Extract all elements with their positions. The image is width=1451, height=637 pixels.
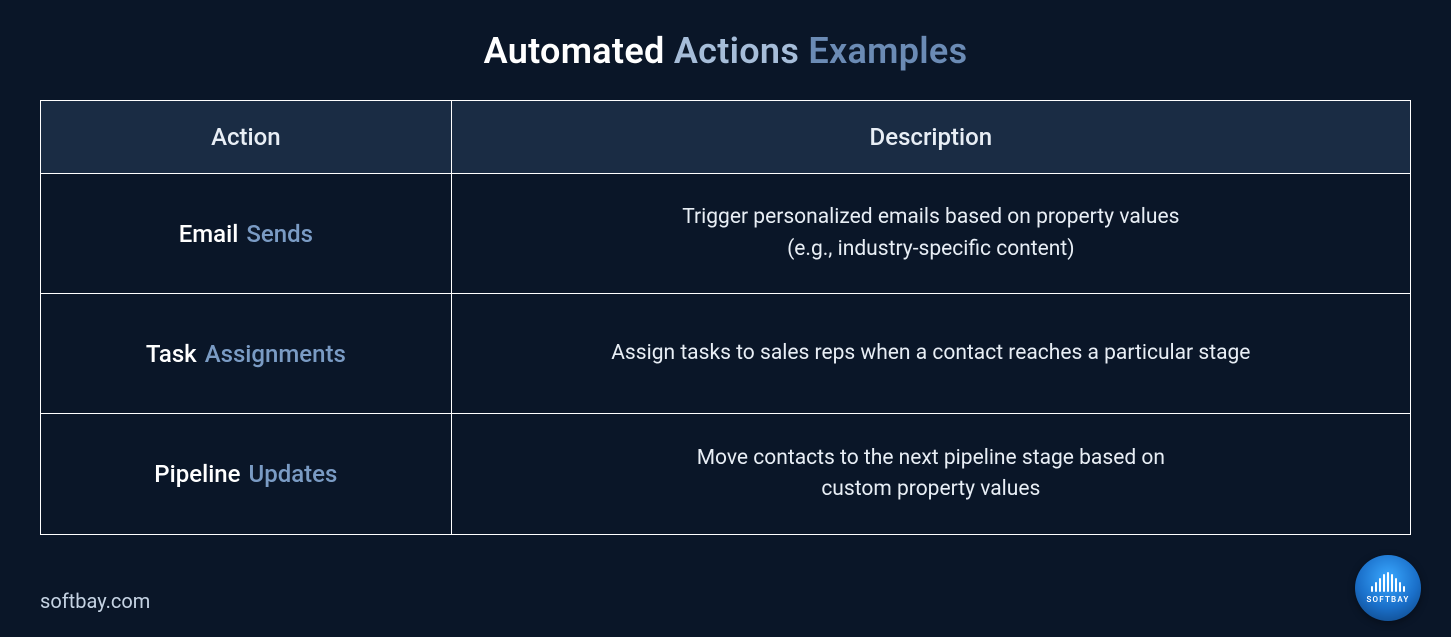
action-word-1: Task: [146, 340, 197, 368]
action-cell: Pipeline Updates: [41, 414, 452, 534]
description-text: Assign tasks to sales reps when a contac…: [611, 338, 1250, 370]
title-word-3: Examples: [808, 30, 967, 72]
description-text: Move contacts to the next pipeline stage…: [697, 443, 1165, 506]
description-cell: Move contacts to the next pipeline stage…: [452, 414, 1410, 534]
table-row: Pipeline Updates Move contacts to the ne…: [41, 414, 1410, 534]
description-cell: Trigger personalized emails based on pro…: [452, 174, 1410, 293]
action-cell: Email Sends: [41, 174, 452, 293]
action-word-1: Pipeline: [154, 460, 240, 488]
logo-bars-icon: [1371, 572, 1405, 592]
action-word-2: Sends: [246, 220, 313, 248]
page-title: Automated Actions Examples: [40, 30, 1411, 72]
action-word-2: Assignments: [205, 340, 346, 368]
header-action: Action: [41, 101, 452, 173]
description-text: Trigger personalized emails based on pro…: [682, 202, 1179, 265]
action-word-2: Updates: [249, 460, 338, 488]
title-word-2: Actions: [674, 30, 799, 72]
action-cell: Task Assignments: [41, 294, 452, 413]
action-word-1: Email: [179, 220, 239, 248]
logo-text: SOFTBAY: [1366, 595, 1409, 604]
title-word-1: Automated: [484, 30, 665, 72]
softbay-logo-icon: SOFTBAY: [1355, 555, 1421, 621]
table-header-row: Action Description: [41, 101, 1410, 174]
actions-table: Action Description Email Sends Trigger p…: [40, 100, 1411, 535]
table-row: Task Assignments Assign tasks to sales r…: [41, 294, 1410, 414]
description-cell: Assign tasks to sales reps when a contac…: [452, 294, 1410, 413]
table-row: Email Sends Trigger personalized emails …: [41, 174, 1410, 294]
footer-url: softbay.com: [40, 589, 150, 613]
header-description-label: Description: [870, 123, 993, 151]
header-description: Description: [452, 101, 1410, 173]
header-action-label: Action: [211, 123, 281, 151]
